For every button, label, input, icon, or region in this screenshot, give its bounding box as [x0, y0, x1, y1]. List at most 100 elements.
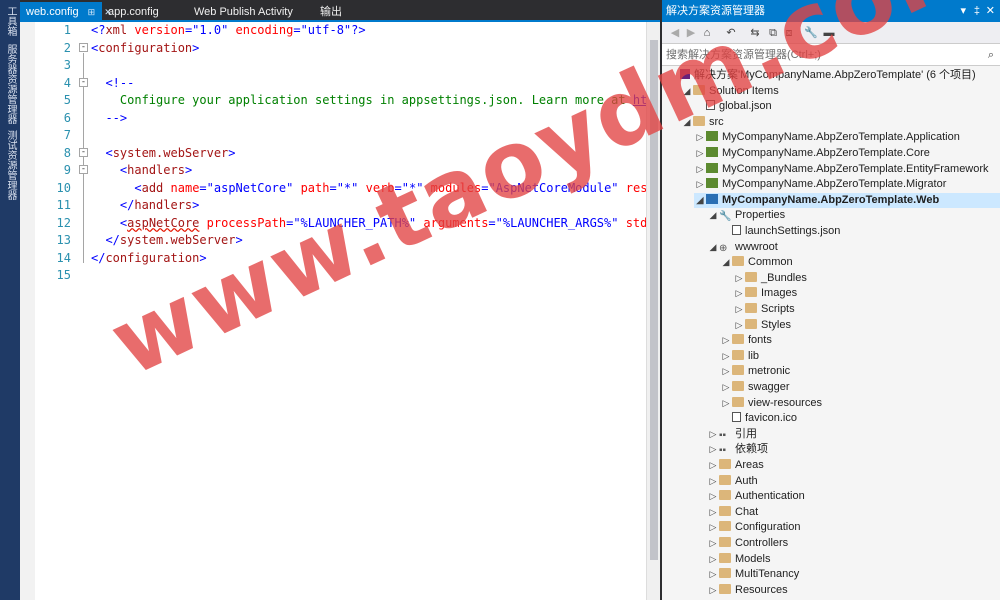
- editor-scrollbar[interactable]: [646, 22, 660, 600]
- wrench-icon: 🔧: [719, 211, 732, 223]
- solution-tree[interactable]: 解决方案'MyCompanyName.AbpZeroTemplate' (6 个…: [662, 68, 1000, 600]
- collapse-all-icon[interactable]: ⧉: [766, 26, 780, 40]
- show-all-files-icon[interactable]: ⧈: [782, 26, 796, 40]
- tree-item[interactable]: ▷ _Bundles: [733, 271, 1000, 287]
- preview-icon[interactable]: ▬: [822, 26, 836, 40]
- tree-item[interactable]: ▷ Configuration: [707, 520, 1000, 536]
- tree-item[interactable]: ▷ Chat: [707, 505, 1000, 521]
- tree-item[interactable]: 解决方案'MyCompanyName.AbpZeroTemplate' (6 个…: [668, 68, 1000, 84]
- forward-icon[interactable]: ▶: [684, 26, 698, 40]
- tree-item[interactable]: ▷ swagger: [720, 380, 1000, 396]
- tree-item[interactable]: ◢ Solution Items: [681, 84, 1000, 100]
- tree-item[interactable]: ▷ MyCompanyName.AbpZeroTemplate.Migrator: [694, 177, 1000, 193]
- csproj-icon: [706, 178, 718, 189]
- tree-item[interactable]: ▷ MyCompanyName.AbpZeroTemplate.Applicati…: [694, 130, 1000, 146]
- expand-arrow-icon[interactable]: ▷: [720, 396, 732, 412]
- expand-arrow-icon[interactable]: ◢: [720, 255, 732, 271]
- back-icon[interactable]: ◀: [668, 26, 682, 40]
- code-area[interactable]: <?xml version="1.0" encoding="utf-8"?> <…: [91, 22, 661, 600]
- sync-icon[interactable]: ⇆: [748, 26, 762, 40]
- expand-arrow-icon[interactable]: ◢: [681, 115, 693, 131]
- pin-icon[interactable]: ‡: [974, 0, 980, 22]
- home-icon[interactable]: ⌂: [700, 26, 714, 40]
- tree-item[interactable]: ▷ Styles: [733, 318, 1000, 334]
- tree-item[interactable]: ▷ view-resources: [720, 396, 1000, 412]
- expand-arrow-icon[interactable]: ▷: [733, 302, 745, 318]
- tree-item[interactable]: ◢ MyCompanyName.AbpZeroTemplate.Web: [694, 192, 1000, 209]
- close-icon[interactable]: ✕: [986, 0, 995, 22]
- tree-item[interactable]: ◢ ⊕ wwwroot: [707, 240, 1000, 256]
- tree-item[interactable]: ◢ src: [681, 115, 1000, 131]
- expand-arrow-icon[interactable]: ◢: [707, 240, 719, 256]
- tree-item[interactable]: ▷ Controllers: [707, 536, 1000, 552]
- tree-item[interactable]: ▷ ▪▪ 依赖项: [707, 442, 1000, 458]
- tree-item[interactable]: ▷ Areas: [707, 458, 1000, 474]
- tree-item[interactable]: global.json: [694, 99, 1000, 115]
- expand-arrow-icon[interactable]: ▷: [720, 380, 732, 396]
- expand-arrow-icon[interactable]: ▷: [707, 567, 719, 583]
- expand-arrow-icon[interactable]: ▷: [733, 318, 745, 334]
- expand-arrow-icon[interactable]: ▷: [720, 364, 732, 380]
- toolbox-tab[interactable]: 工具箱: [2, 6, 18, 40]
- history-icon[interactable]: ↶: [724, 26, 738, 40]
- properties-wrench-icon[interactable]: 🔧: [804, 26, 818, 40]
- tree-item[interactable]: launchSettings.json: [720, 224, 1000, 240]
- fold-toggle[interactable]: -: [79, 43, 88, 52]
- search-icon[interactable]: ⌕: [988, 44, 994, 66]
- scroll-thumb[interactable]: [650, 40, 658, 560]
- expand-arrow-icon[interactable]: ▷: [707, 505, 719, 521]
- tree-item[interactable]: ▷ Scripts: [733, 302, 1000, 318]
- expand-arrow-icon[interactable]: ▷: [733, 286, 745, 302]
- tree-item[interactable]: ▷ Resources: [707, 583, 1000, 599]
- expand-arrow-icon[interactable]: ▷: [707, 520, 719, 536]
- code-editor[interactable]: 1 2 3 4 5 6 7 8 9 10 11 12 13 14 15 - - …: [20, 22, 661, 600]
- tree-item-label: Chat: [735, 505, 759, 518]
- test-explorer-tab[interactable]: 测试资源管理器: [2, 130, 18, 200]
- expand-arrow-icon[interactable]: ▷: [707, 442, 719, 458]
- tree-item[interactable]: ▷ metronic: [720, 364, 1000, 380]
- expand-arrow-icon[interactable]: ◢: [707, 208, 719, 224]
- expand-arrow-icon[interactable]: ▷: [707, 474, 719, 490]
- expand-arrow-icon[interactable]: ▷: [733, 271, 745, 287]
- tab-output[interactable]: 输出: [314, 2, 354, 22]
- fold-toggle[interactable]: -: [79, 165, 88, 174]
- tree-item[interactable]: ▷ MyCompanyName.AbpZeroTemplate.Core: [694, 146, 1000, 162]
- expand-arrow-icon[interactable]: ▷: [707, 489, 719, 505]
- file-icon: [732, 412, 741, 423]
- tree-item[interactable]: ▷ Models: [707, 552, 1000, 568]
- expand-arrow-icon[interactable]: ◢: [681, 84, 693, 100]
- expand-arrow-icon[interactable]: ▷: [707, 536, 719, 552]
- tab-web-config[interactable]: web.config ⊞ ✕: [20, 2, 112, 22]
- expand-arrow-icon[interactable]: ▷: [694, 130, 706, 146]
- expand-arrow-icon[interactable]: ▷: [694, 146, 706, 162]
- tree-item[interactable]: ▷ Images: [733, 286, 1000, 302]
- tree-item[interactable]: ▷ MyCompanyName.AbpZeroTemplate.EntityFra…: [694, 162, 1000, 178]
- expand-arrow-icon[interactable]: ▷: [707, 427, 719, 443]
- tree-item[interactable]: ◢ 🔧 Properties: [707, 208, 1000, 224]
- tree-item[interactable]: ◢ Common: [720, 255, 1000, 271]
- tree-item[interactable]: ▷ fonts: [720, 333, 1000, 349]
- expand-arrow-icon[interactable]: ▷: [707, 552, 719, 568]
- pin-icon[interactable]: ⊞: [88, 7, 96, 17]
- fold-toggle[interactable]: -: [79, 148, 88, 157]
- dropdown-icon[interactable]: ▾: [960, 0, 966, 22]
- tree-item[interactable]: ▷ Authentication: [707, 489, 1000, 505]
- expand-arrow-icon[interactable]: ▷: [707, 458, 719, 474]
- expand-arrow-icon[interactable]: ▷: [720, 333, 732, 349]
- tree-item[interactable]: favicon.ico: [720, 411, 1000, 427]
- tree-item[interactable]: ▷ lib: [720, 349, 1000, 365]
- tab-web-publish-activity[interactable]: Web Publish Activity: [188, 2, 308, 22]
- expand-arrow-icon[interactable]: ▷: [720, 349, 732, 365]
- expand-arrow-icon[interactable]: ▷: [694, 177, 706, 193]
- fold-toggle[interactable]: -: [79, 78, 88, 87]
- tree-item[interactable]: ▷ ▪▪ 引用: [707, 427, 1000, 443]
- expand-arrow-icon[interactable]: ▷: [707, 583, 719, 599]
- folder-icon: [693, 84, 705, 95]
- tab-app-config[interactable]: app.config: [102, 2, 182, 22]
- expand-arrow-icon[interactable]: ◢: [694, 193, 706, 209]
- server-explorer-tab[interactable]: 服务器资源管理器: [2, 44, 18, 124]
- solution-search-input[interactable]: 搜索解决方案资源管理器(Ctrl+;) ⌕: [662, 44, 1000, 66]
- expand-arrow-icon[interactable]: ▷: [694, 162, 706, 178]
- tree-item[interactable]: ▷ MultiTenancy: [707, 567, 1000, 583]
- tree-item[interactable]: ▷ Auth: [707, 474, 1000, 490]
